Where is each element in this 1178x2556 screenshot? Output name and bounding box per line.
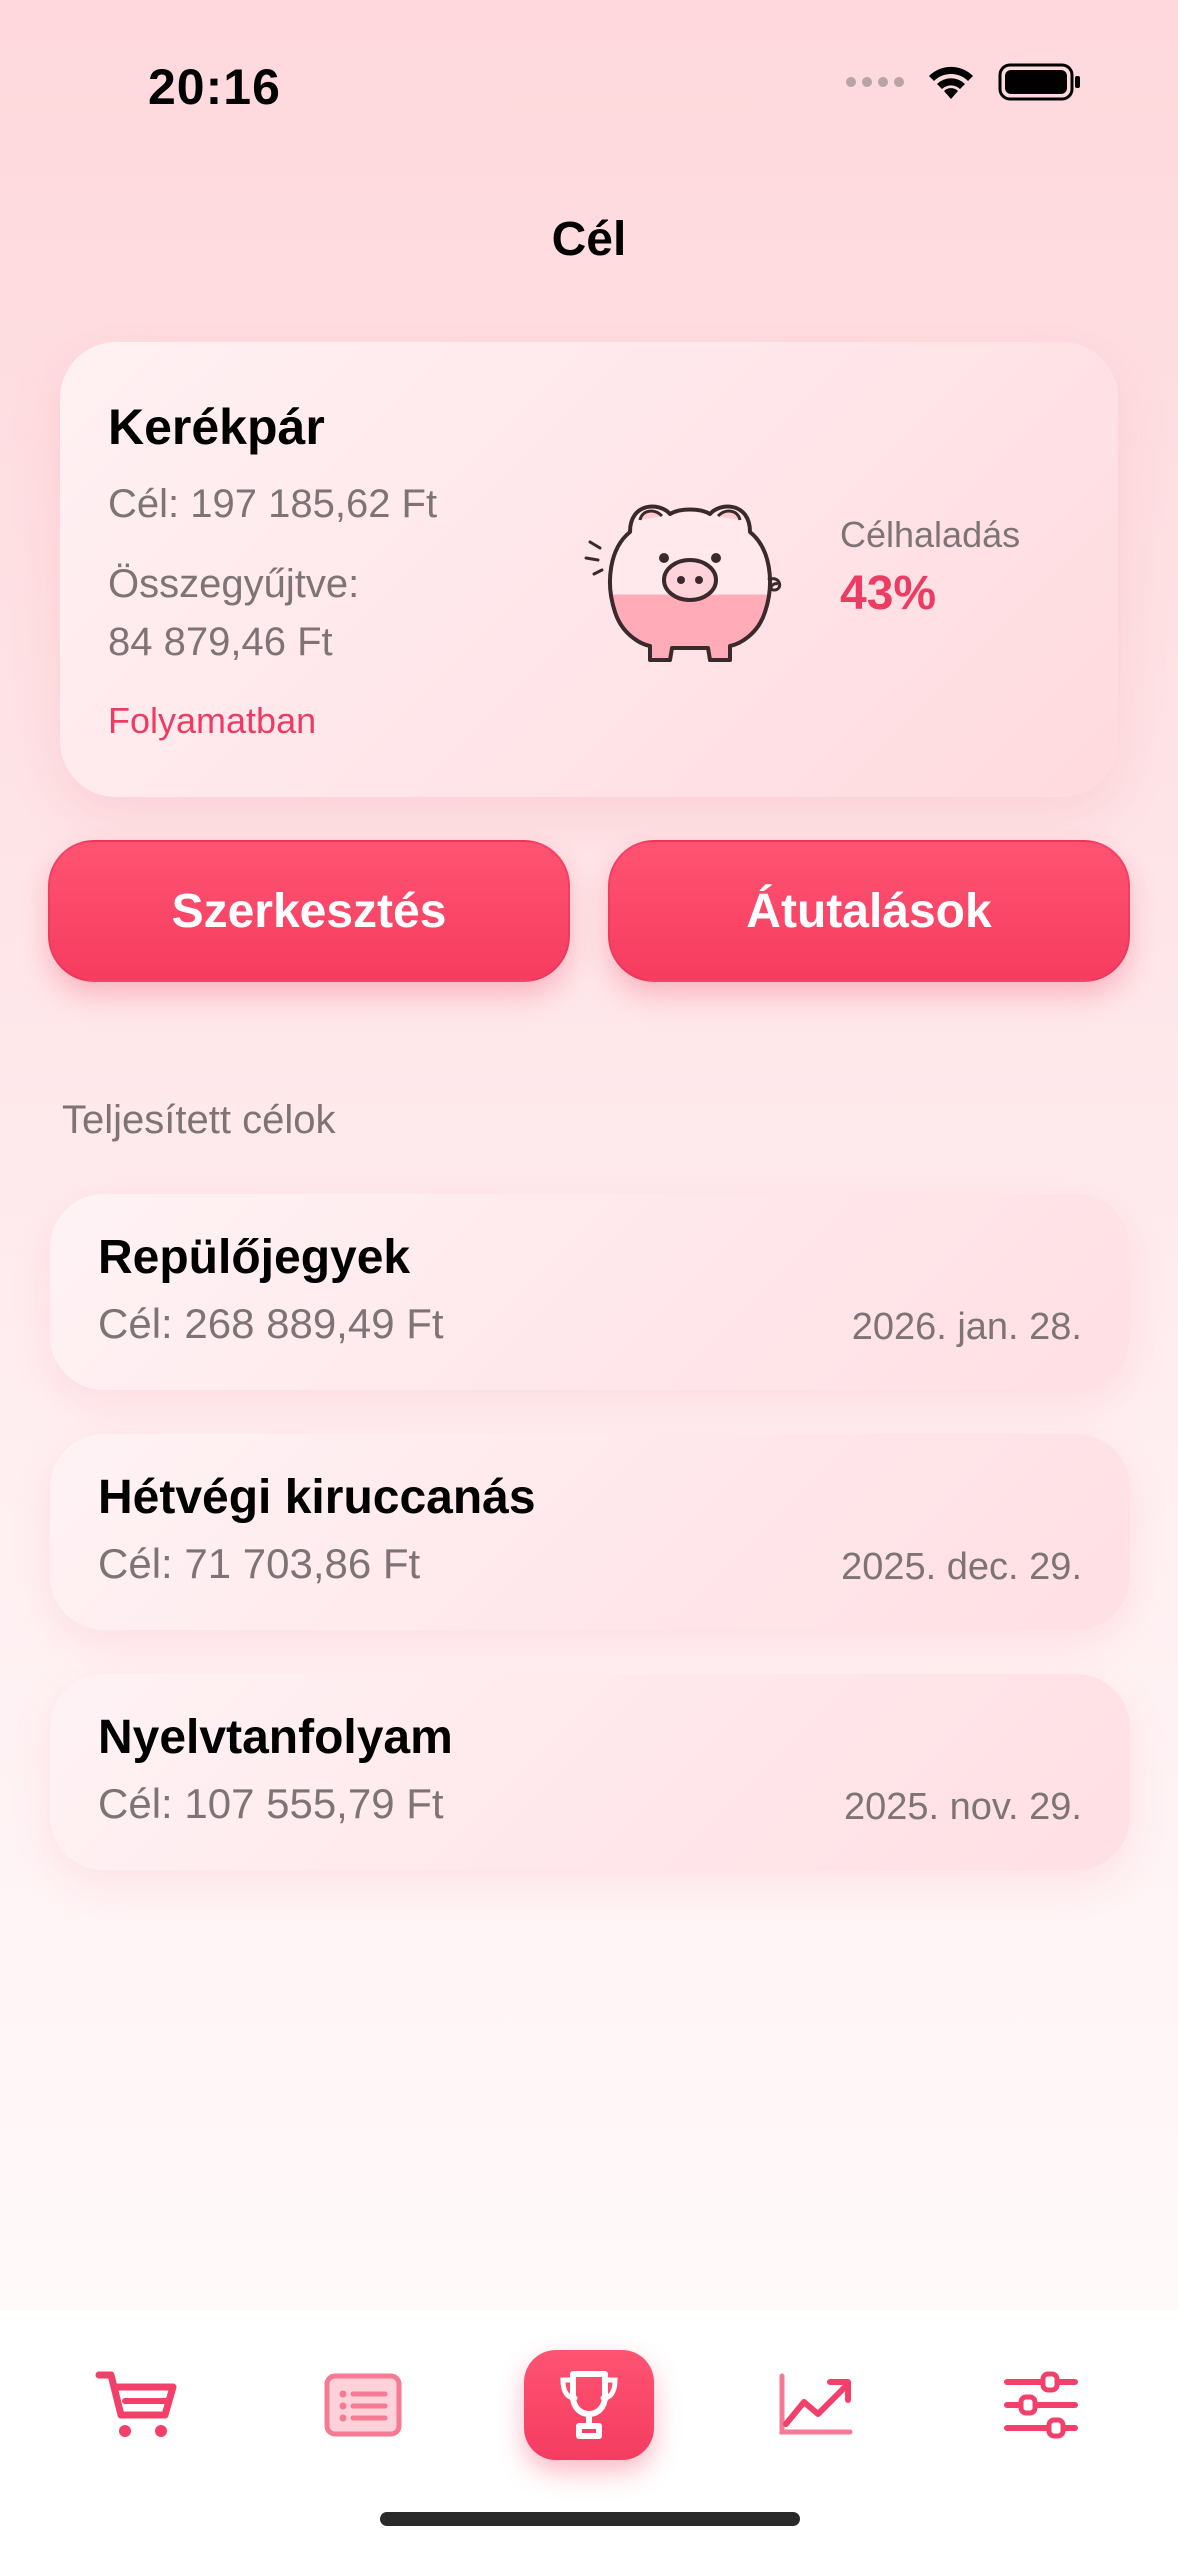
completed-goal-name: Repülőjegyek	[98, 1231, 411, 1284]
tab-transactions[interactable]	[298, 2350, 428, 2460]
tab-shopping[interactable]	[72, 2350, 202, 2460]
status-icons	[846, 62, 1082, 102]
completed-goal-target: Cél: 71 703,86 Ft	[98, 1540, 421, 1587]
active-goal-card[interactable]: Kerékpár Cél: 197 185,62 Ft Összegyűjtve…	[60, 342, 1118, 797]
status-bar: 20:16	[0, 0, 1178, 150]
page-title: Cél	[551, 213, 627, 266]
goal-target: Cél: 197 185,62 Ft	[108, 482, 438, 526]
wifi-icon	[929, 66, 973, 99]
battery-icon	[998, 63, 1080, 101]
status-time: 20:16	[148, 59, 281, 115]
list-icon	[324, 2373, 402, 2437]
completed-goal-item[interactable]: Hétvégi kiruccanás Cél: 71 703,86 Ft 202…	[50, 1434, 1130, 1630]
cellular-icon	[846, 77, 904, 87]
completed-goal-item[interactable]: Nyelvtanfolyam Cél: 107 555,79 Ft 2025. …	[50, 1674, 1130, 1870]
completed-goal-date: 2026. jan. 28.	[851, 1306, 1082, 1348]
edit-button[interactable]: Szerkesztés	[48, 840, 570, 982]
tab-statistics[interactable]	[750, 2350, 880, 2460]
goal-name: Kerékpár	[108, 399, 325, 455]
chart-trend-icon	[779, 2373, 853, 2435]
progress-value: 43%	[840, 567, 937, 620]
completed-goal-item[interactable]: Repülőjegyek Cél: 268 889,49 Ft 2026. ja…	[50, 1194, 1130, 1390]
sliders-icon	[1004, 2371, 1078, 2439]
piggy-bank-icon	[584, 504, 782, 662]
home-indicator	[380, 2512, 800, 2526]
completed-goal-date: 2025. nov. 29.	[843, 1786, 1082, 1828]
completed-goal-target: Cél: 268 889,49 Ft	[98, 1300, 444, 1347]
transfers-button[interactable]: Átutalások	[608, 840, 1130, 982]
completed-goals-header: Teljesített célok	[62, 1098, 336, 1142]
completed-goal-name: Hétvégi kiruccanás	[98, 1471, 536, 1524]
progress-label: Célhaladás	[840, 514, 1021, 555]
trophy-icon	[560, 2371, 618, 2439]
cart-icon	[95, 2371, 177, 2437]
completed-goal-target: Cél: 107 555,79 Ft	[98, 1780, 444, 1827]
tab-goals[interactable]	[524, 2350, 654, 2460]
completed-goal-date: 2025. dec. 29.	[841, 1546, 1082, 1588]
goal-status: Folyamatban	[108, 700, 317, 741]
goal-collected-label: Összegyűjtve:	[108, 562, 360, 606]
tab-settings[interactable]	[976, 2350, 1106, 2460]
completed-goal-name: Nyelvtanfolyam	[98, 1711, 453, 1764]
goal-collected-value: 84 879,46 Ft	[108, 620, 333, 664]
